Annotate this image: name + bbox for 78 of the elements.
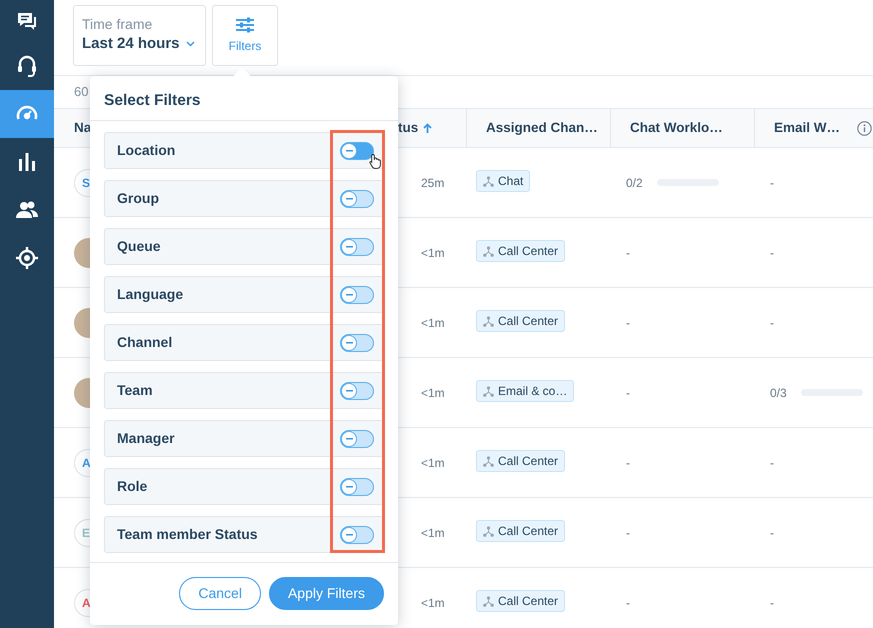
sliders-icon xyxy=(235,16,255,32)
channel-tag: Call Center xyxy=(476,240,566,262)
minus-icon xyxy=(346,486,352,488)
workload-value: - xyxy=(770,244,774,262)
channel-tag: Call Center xyxy=(476,590,566,612)
status-duration: <1m xyxy=(420,386,445,400)
workload-value: - xyxy=(626,524,630,542)
workload-value: 0/3 xyxy=(770,384,787,402)
minus-icon xyxy=(346,246,352,248)
minus-icon xyxy=(346,534,352,536)
toggle-switch[interactable] xyxy=(340,382,374,400)
channel-tag: Call Center xyxy=(476,520,566,542)
network-icon xyxy=(483,526,494,537)
filter-label: Role xyxy=(117,477,148,496)
headset-icon xyxy=(15,54,39,78)
minus-icon xyxy=(346,438,352,440)
filter-label: Group xyxy=(117,189,159,208)
workload-value: - xyxy=(770,594,774,612)
column-header[interactable]: Na xyxy=(74,118,92,138)
network-icon xyxy=(483,246,494,257)
column-header[interactable]: Chat Worklo… xyxy=(630,118,723,138)
filter-label: Team member Status xyxy=(117,525,258,544)
workload-value: - xyxy=(770,174,774,192)
workload-value: - xyxy=(626,454,630,472)
target-icon xyxy=(15,246,39,270)
minus-icon xyxy=(346,390,352,392)
status-duration: <1m xyxy=(420,316,445,330)
channel-tag: Call Center xyxy=(476,310,566,332)
popover-title: Select Filters xyxy=(104,92,200,109)
filter-label: Location xyxy=(117,141,176,160)
filter-label: Language xyxy=(117,285,184,304)
minus-icon xyxy=(346,198,352,200)
network-icon xyxy=(483,176,494,187)
toggle-switch[interactable] xyxy=(340,238,374,256)
network-icon xyxy=(483,386,494,397)
minus-icon xyxy=(346,150,352,152)
time-frame-label: Time frame xyxy=(82,15,154,33)
chevron-down-icon xyxy=(186,41,195,47)
minus-icon xyxy=(346,294,352,296)
workload-value: - xyxy=(626,594,630,612)
filter-label: Queue xyxy=(117,237,161,256)
result-count: 60 xyxy=(74,84,88,99)
workload-value: - xyxy=(626,384,630,402)
network-icon xyxy=(483,596,494,607)
filter-label: Channel xyxy=(117,333,172,352)
toggle-switch[interactable] xyxy=(340,286,374,304)
status-duration: <1m xyxy=(420,456,445,470)
time-frame-value: Last 24 hours xyxy=(82,34,180,54)
toggle-switch[interactable] xyxy=(340,526,374,544)
minus-icon xyxy=(346,342,352,344)
status-duration: <1m xyxy=(420,246,445,260)
workload-value: - xyxy=(770,454,774,472)
channel-tag: Chat xyxy=(476,170,530,192)
toggle-switch[interactable] xyxy=(340,142,374,160)
workload-value: 0/2 xyxy=(626,174,643,192)
info-icon[interactable] xyxy=(857,120,872,136)
filter-label: Team xyxy=(117,381,153,400)
column-header[interactable]: Assigned Chan… xyxy=(486,118,598,138)
workload-value: - xyxy=(626,314,630,332)
toggle-switch[interactable] xyxy=(340,478,374,496)
status-duration: 25m xyxy=(420,176,444,190)
status-duration: <1m xyxy=(420,596,445,610)
toggle-switch[interactable] xyxy=(340,430,374,448)
workload-value: - xyxy=(626,244,630,262)
workload-value: - xyxy=(770,524,774,542)
channel-tag: Call Center xyxy=(476,450,566,472)
sort-arrow-up-icon[interactable] xyxy=(423,122,432,134)
network-icon xyxy=(483,316,494,327)
channel-tag: Email & co… xyxy=(476,380,574,402)
network-icon xyxy=(483,456,494,467)
filter-label: Manager xyxy=(117,429,175,448)
toggle-switch[interactable] xyxy=(340,190,374,208)
column-header[interactable]: Email W… xyxy=(774,118,840,138)
toggle-switch[interactable] xyxy=(340,334,374,352)
time-frame-dropdown[interactable]: Time frame Last 24 hours xyxy=(73,5,206,66)
status-duration: <1m xyxy=(420,526,445,540)
workload-value: - xyxy=(770,314,774,332)
column-header[interactable]: tus xyxy=(398,118,418,138)
